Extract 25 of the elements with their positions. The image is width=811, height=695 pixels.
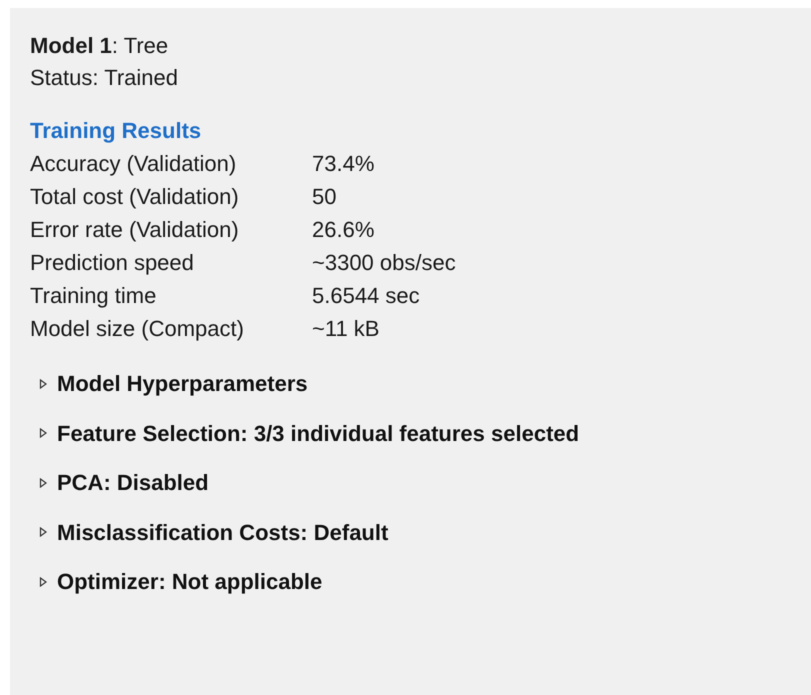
metric-value: ~11 kB [312,315,380,343]
metric-label: Total cost (Validation) [30,183,239,211]
section-toggle[interactable]: Optimizer: Not applicable [57,565,322,598]
metric-value: 50 [312,183,336,211]
metric-label: Accuracy (Validation) [30,150,236,178]
metric-label: Training time [30,282,156,310]
model-status: Status: Trained [30,64,178,92]
metric-value: 5.6544 sec [312,282,420,310]
metric-value: 73.4% [312,150,374,178]
caret-right-icon[interactable] [39,576,47,587]
section-toggle[interactable]: Misclassification Costs: Default [57,516,388,549]
section-toggle[interactable]: Model Hyperparameters [57,367,308,400]
metric-label: Error rate (Validation) [30,216,239,244]
metric-label: Prediction speed [30,249,194,277]
model-title: Model 1: Tree [30,32,168,60]
section-toggle[interactable]: Feature Selection: 3/3 individual features selected [57,416,580,450]
metric-value: 26.6% [312,216,374,244]
caret-right-icon[interactable] [39,378,47,389]
section-heading: Training Results [30,117,202,145]
metric-value: ~3300 obs/sec [312,249,456,277]
section-toggle[interactable]: PCA: Disabled [57,466,209,500]
caret-right-icon[interactable] [39,478,47,488]
caret-right-icon[interactable] [39,428,47,438]
metric-label: Model size (Compact) [30,315,244,343]
caret-right-icon[interactable] [39,527,47,538]
